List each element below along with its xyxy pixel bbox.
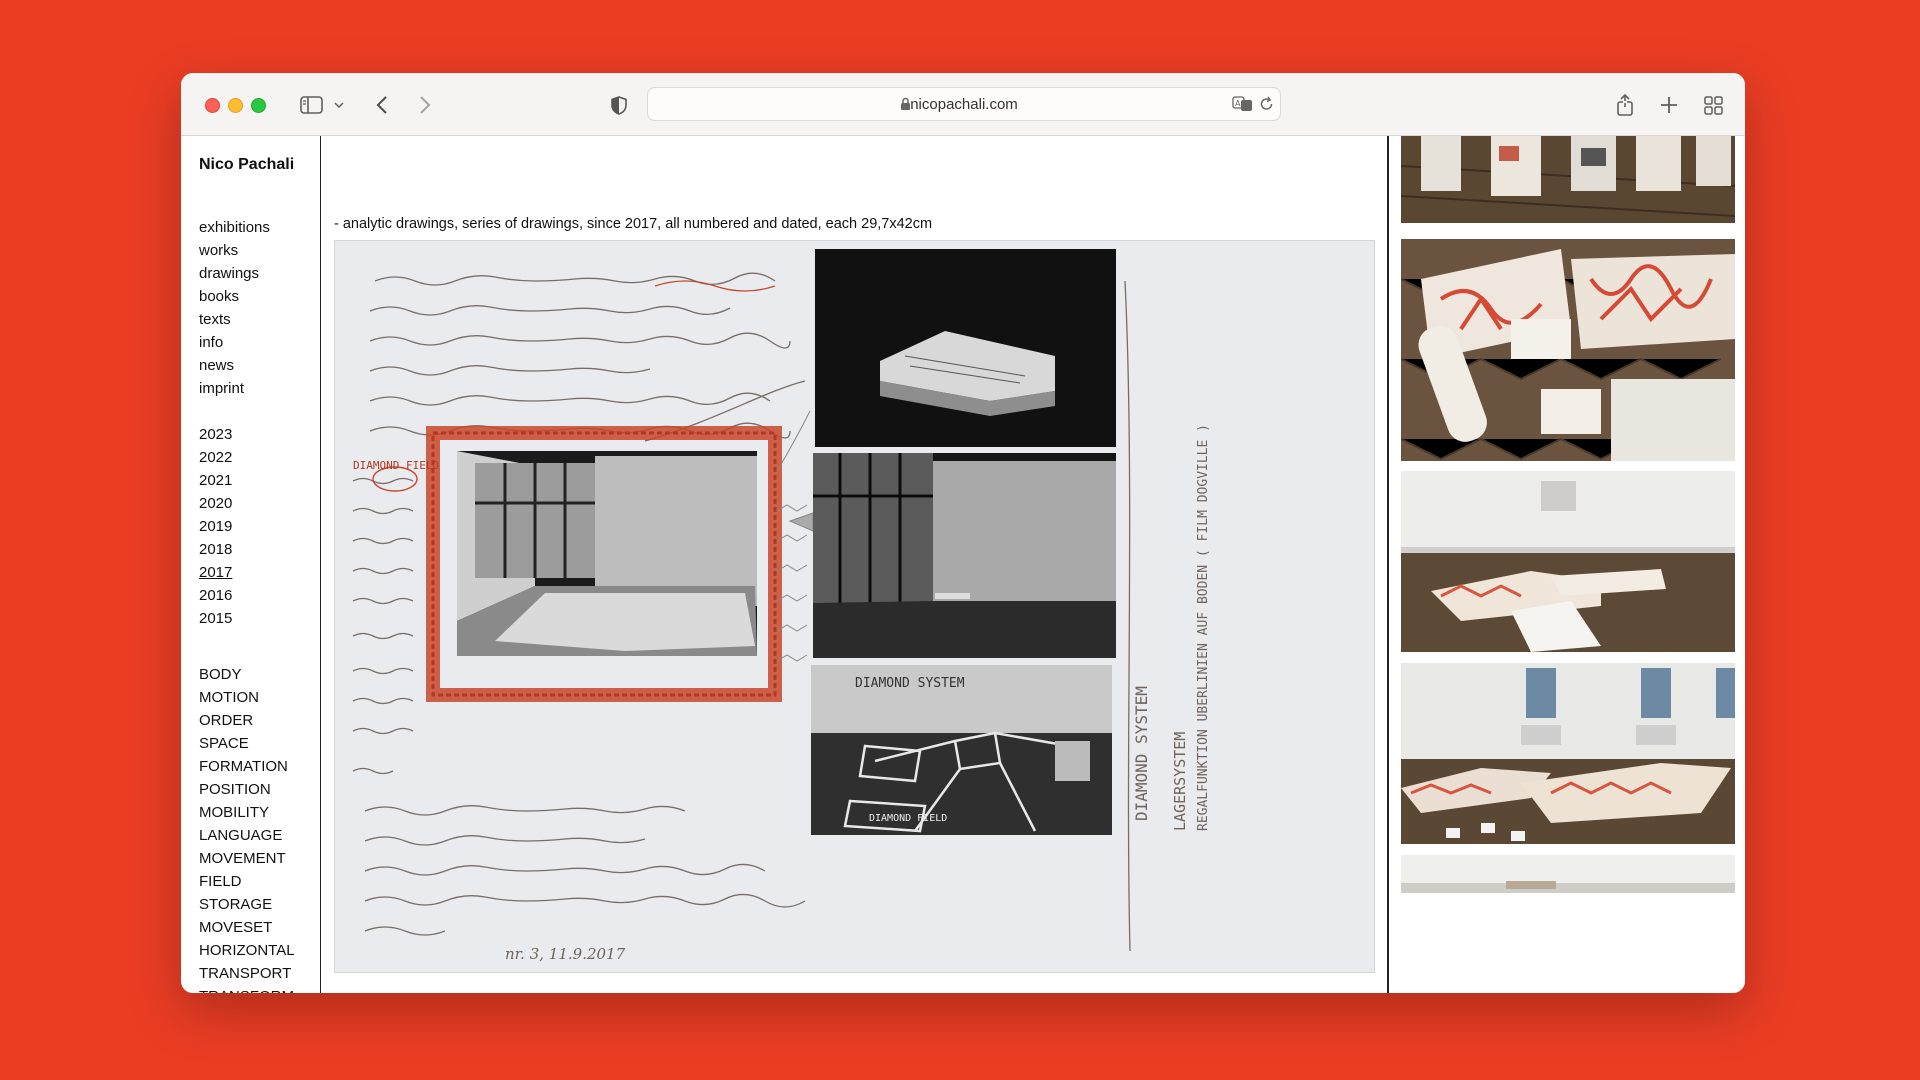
year-2022[interactable]: 2022 <box>199 446 232 469</box>
year-2017[interactable]: 2017 <box>199 561 232 584</box>
tag-transport[interactable]: TRANSPORT <box>199 962 295 985</box>
tag-moveset[interactable]: MOVESET <box>199 916 295 939</box>
year-2023[interactable]: 2023 <box>199 423 232 446</box>
tag-storage[interactable]: STORAGE <box>199 893 295 916</box>
tag-horizontal[interactable]: HORIZONTAL <box>199 939 295 962</box>
tag-motion[interactable]: MOTION <box>199 686 295 709</box>
main-content: - analytic drawings, series of drawings,… <box>322 136 1387 993</box>
site-title[interactable]: Nico Pachali <box>199 156 294 174</box>
year-nav: 2023 2022 2021 2020 2019 2018 2017 2016 … <box>199 423 232 630</box>
side-text-lagersystem: LAGERSYSTEM <box>1171 732 1189 831</box>
nav-imprint[interactable]: imprint <box>199 377 270 400</box>
tag-field[interactable]: FIELD <box>199 870 295 893</box>
new-tab-icon[interactable] <box>1658 91 1680 119</box>
year-2021[interactable]: 2021 <box>199 469 232 492</box>
year-2019[interactable]: 2019 <box>199 515 232 538</box>
url-text: nicopachali.com <box>910 96 1018 113</box>
share-icon[interactable] <box>1613 91 1637 119</box>
diamond-field-handwritten: DIAMOND FIELD <box>353 459 439 472</box>
thumbnail-2[interactable] <box>1401 239 1735 461</box>
tag-nav: BODY MOTION ORDER SPACE FORMATION POSITI… <box>199 663 295 993</box>
browser-window: nicopachali.com A Nico Pachali exhibitio… <box>181 73 1745 993</box>
zoom-window-button[interactable] <box>251 98 266 113</box>
address-bar[interactable]: nicopachali.com A <box>647 87 1281 121</box>
exhibition-photo <box>457 451 757 656</box>
nav-texts[interactable]: texts <box>199 308 270 331</box>
diamond-field-photo: DIAMOND SYSTEM DIAMOND FIELD <box>811 665 1112 835</box>
thumbnail-1[interactable] <box>1401 136 1735 223</box>
tag-language[interactable]: LANGUAGE <box>199 824 295 847</box>
nav-works[interactable]: works <box>199 239 270 262</box>
side-text-diamond-system: DIAMOND SYSTEM <box>1132 686 1151 821</box>
thumbnail-3[interactable] <box>1401 471 1735 652</box>
translate-icon[interactable]: A <box>1232 96 1254 117</box>
chevron-down-icon[interactable] <box>332 91 346 119</box>
gallery-photo <box>813 453 1116 658</box>
nav-news[interactable]: news <box>199 354 270 377</box>
forward-icon[interactable] <box>416 91 434 119</box>
tag-position[interactable]: POSITION <box>199 778 295 801</box>
nav-info[interactable]: info <box>199 331 270 354</box>
tag-order[interactable]: ORDER <box>199 709 295 732</box>
diamond-system-label: DIAMOND SYSTEM <box>855 676 965 691</box>
diamond-field-floor-label: DIAMOND FIELD <box>869 813 947 824</box>
tag-mobility[interactable]: MOBILITY <box>199 801 295 824</box>
work-caption: - analytic drawings, series of drawings,… <box>334 216 933 232</box>
tag-body[interactable]: BODY <box>199 663 295 686</box>
svg-text:A: A <box>1235 99 1241 108</box>
main-nav: exhibitions works drawings books texts i… <box>199 216 270 400</box>
nav-exhibitions[interactable]: exhibitions <box>199 216 270 239</box>
year-2015[interactable]: 2015 <box>199 607 232 630</box>
nav-drawings[interactable]: drawings <box>199 262 270 285</box>
site-sidebar: Nico Pachali exhibitions works drawings … <box>181 136 321 993</box>
year-2016[interactable]: 2016 <box>199 584 232 607</box>
thumbnail-column <box>1389 136 1745 993</box>
tag-movement[interactable]: MOVEMENT <box>199 847 295 870</box>
tag-formation[interactable]: FORMATION <box>199 755 295 778</box>
tag-transform[interactable]: TRANSFORM <box>199 985 295 993</box>
tag-space[interactable]: SPACE <box>199 732 295 755</box>
minimize-window-button[interactable] <box>228 98 243 113</box>
close-window-button[interactable] <box>205 98 220 113</box>
thumbnail-5[interactable] <box>1401 855 1735 893</box>
year-2020[interactable]: 2020 <box>199 492 232 515</box>
page-content: Nico Pachali exhibitions works drawings … <box>181 136 1745 993</box>
drawing-date: nr. 3, 11.9.2017 <box>505 945 626 963</box>
side-text-regalfunktion: REGALFUNKTION UBERLINIEN AUF BODEN ( FIL… <box>1196 424 1211 831</box>
year-2018[interactable]: 2018 <box>199 538 232 561</box>
back-icon[interactable] <box>373 91 391 119</box>
tab-overview-icon[interactable] <box>1702 91 1724 119</box>
analytic-drawing[interactable]: DIAMOND SYSTEM DIAMOND FIELD DIAMOND SYS… <box>334 240 1375 973</box>
sidebar-toggle-icon[interactable] <box>298 91 324 119</box>
browser-toolbar: nicopachali.com A <box>181 73 1745 136</box>
privacy-shield-icon[interactable] <box>609 91 629 119</box>
stacked-books-photo <box>815 249 1116 447</box>
nav-books[interactable]: books <box>199 285 270 308</box>
thumbnail-4[interactable] <box>1401 663 1735 844</box>
reload-icon[interactable] <box>1259 96 1274 117</box>
